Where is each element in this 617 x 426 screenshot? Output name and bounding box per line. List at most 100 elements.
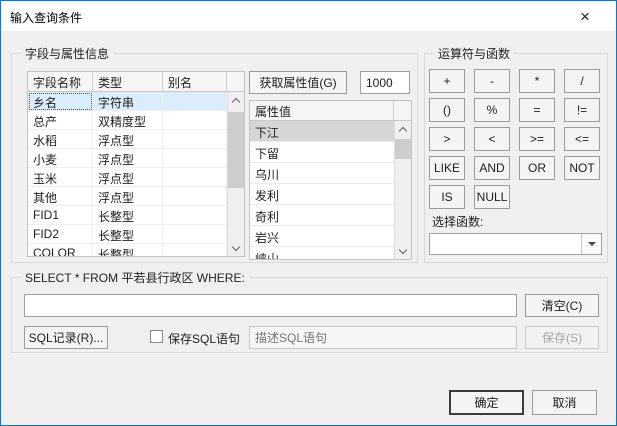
column-header-type[interactable]: 类型 [93, 72, 163, 91]
cell-field-name[interactable]: FID1 [28, 206, 93, 225]
cell-field-name[interactable]: FID2 [28, 225, 93, 244]
table-row[interactable]: 乡名 字符串 [28, 92, 227, 111]
scroll-up-icon[interactable] [395, 121, 411, 137]
function-dropdown[interactable] [429, 233, 602, 255]
cell-alias[interactable] [163, 187, 227, 206]
where-clause-input[interactable] [24, 294, 517, 317]
table-row[interactable]: COLOR 长整型 [28, 244, 227, 256]
sql-description-input[interactable] [249, 326, 517, 349]
chevron-down-icon [588, 242, 596, 246]
scrollbar-thumb[interactable] [228, 112, 244, 188]
cell-alias[interactable] [163, 130, 227, 149]
query-condition-dialog: 输入查询条件 × 字段与属性信息 字段名称 类型 别名 乡名 字符串 [0, 0, 617, 426]
cell-alias[interactable] [163, 225, 227, 244]
operator-plus-button[interactable]: + [429, 69, 465, 93]
list-item[interactable]: 乌川 [250, 163, 394, 184]
column-header-spacer [227, 72, 244, 91]
cell-field-name[interactable]: 总产 [28, 111, 93, 130]
list-item[interactable]: 发利 [250, 184, 394, 205]
operator-divide-button[interactable]: / [564, 69, 600, 93]
column-header-alias[interactable]: 别名 [163, 72, 227, 91]
list-item[interactable]: 岩兴 [250, 226, 394, 247]
cell-field-name[interactable]: 乡名 [28, 92, 93, 111]
ok-button[interactable]: 确定 [449, 390, 524, 415]
cell-alias[interactable] [163, 92, 227, 111]
cell-alias[interactable] [163, 111, 227, 130]
get-attribute-values-button[interactable]: 获取属性值(G) [249, 71, 347, 94]
cell-field-name[interactable]: 其他 [28, 187, 93, 206]
cell-alias[interactable] [163, 168, 227, 187]
operator-multiply-button[interactable]: * [519, 69, 555, 93]
cell-field-name[interactable]: COLOR [28, 244, 93, 256]
cell-type[interactable]: 长整型 [93, 244, 163, 256]
save-sql-checkbox[interactable] [150, 330, 163, 343]
fields-table-header: 字段名称 类型 别名 [28, 72, 244, 92]
values-list-scrollbar[interactable] [394, 121, 411, 259]
operator-like-button[interactable]: LIKE [429, 156, 465, 180]
operator-and-button[interactable]: AND [474, 156, 510, 180]
operator-not-button[interactable]: NOT [564, 156, 600, 180]
cell-type[interactable]: 字符串 [93, 92, 163, 111]
operator-parens-button[interactable]: () [429, 98, 465, 122]
table-row[interactable]: FID1 长整型 [28, 206, 227, 225]
list-item[interactable]: 下江 [250, 121, 394, 142]
operator-greater-button[interactable]: > [429, 127, 465, 151]
close-button[interactable]: × [568, 4, 602, 28]
list-item[interactable]: 奇利 [250, 205, 394, 226]
operator-not-equals-button[interactable]: != [564, 98, 600, 122]
cell-type[interactable]: 浮点型 [93, 149, 163, 168]
cell-type[interactable]: 浮点型 [93, 168, 163, 187]
values-list-header: 属性值 [250, 101, 411, 121]
save-button: 保存(S) [525, 326, 599, 349]
operator-greater-equal-button[interactable]: >= [519, 127, 555, 151]
cell-alias[interactable] [163, 149, 227, 168]
operator-less-button[interactable]: < [474, 127, 510, 151]
cell-field-name[interactable]: 水稻 [28, 130, 93, 149]
table-row[interactable]: 总产 双精度型 [28, 111, 227, 130]
sql-records-button[interactable]: SQL记录(R)... [24, 326, 108, 349]
cell-type[interactable]: 长整型 [93, 225, 163, 244]
operator-percent-button[interactable]: % [474, 98, 510, 122]
values-header-spacer [394, 101, 411, 120]
cell-type[interactable]: 浮点型 [93, 187, 163, 206]
fields-table-scrollbar[interactable] [227, 92, 244, 256]
dialog-title: 输入查询条件 [10, 9, 82, 26]
operator-or-button[interactable]: OR [519, 156, 555, 180]
column-header-field-name[interactable]: 字段名称 [28, 72, 93, 91]
list-item[interactable]: 峡山 [250, 247, 394, 259]
operator-equals-button[interactable]: = [519, 98, 555, 122]
cancel-button[interactable]: 取消 [532, 390, 597, 415]
dropdown-arrow-button[interactable] [581, 234, 601, 254]
sql-statement-label: SELECT * FROM 平若县行政区 WHERE: [21, 269, 249, 286]
table-row[interactable]: 水稻 浮点型 [28, 130, 227, 149]
cell-type[interactable]: 双精度型 [93, 111, 163, 130]
cell-field-name[interactable]: 玉米 [28, 168, 93, 187]
cell-type[interactable]: 浮点型 [93, 130, 163, 149]
values-list-header-label: 属性值 [250, 101, 394, 120]
cell-type[interactable]: 长整型 [93, 206, 163, 225]
operator-less-equal-button[interactable]: <= [564, 127, 600, 151]
scrollbar-thumb[interactable] [395, 139, 411, 159]
scroll-up-icon[interactable] [228, 92, 244, 108]
cell-alias[interactable] [163, 244, 227, 256]
table-row[interactable]: 玉米 浮点型 [28, 168, 227, 187]
table-row[interactable]: FID2 长整型 [28, 225, 227, 244]
value-count-input[interactable] [360, 71, 410, 94]
table-row[interactable]: 小麦 浮点型 [28, 149, 227, 168]
scroll-down-icon[interactable] [395, 243, 411, 259]
attribute-values-list[interactable]: 属性值 下江 下留 乌川 发利 奇利 岩兴 峡山 [249, 100, 412, 260]
fields-table[interactable]: 字段名称 类型 别名 乡名 字符串 总产 双精度型 [27, 71, 245, 257]
operator-is-button[interactable]: IS [429, 185, 465, 209]
operator-minus-button[interactable]: - [474, 69, 510, 93]
operators-functions-group: 运算符与函数 + - * / () % = != > < >= <= LIKE … [424, 53, 608, 263]
scroll-down-icon[interactable] [228, 240, 244, 256]
list-item[interactable]: 下留 [250, 142, 394, 163]
function-dropdown-value[interactable] [430, 234, 581, 254]
operator-null-button[interactable]: NULL [474, 185, 510, 209]
cell-field-name[interactable]: 小麦 [28, 149, 93, 168]
close-icon: × [580, 8, 590, 25]
cell-alias[interactable] [163, 206, 227, 225]
sql-where-group: SELECT * FROM 平若县行政区 WHERE: 清空(C) SQL记录(… [11, 277, 608, 353]
table-row[interactable]: 其他 浮点型 [28, 187, 227, 206]
clear-button[interactable]: 清空(C) [525, 294, 599, 317]
